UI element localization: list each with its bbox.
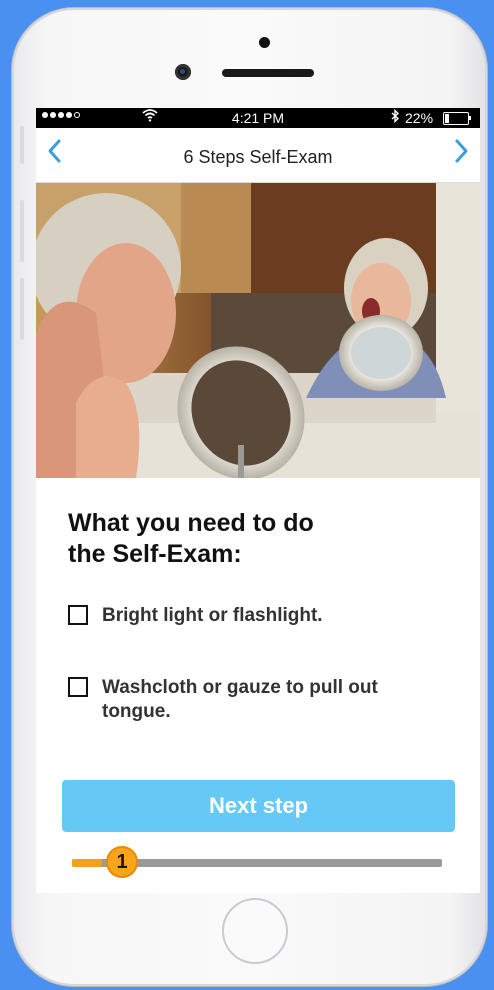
progress-fill <box>72 859 102 867</box>
status-bar: 4:21 PM 22% <box>36 108 480 128</box>
checklist-item: Bright light or flashlight. <box>68 604 402 628</box>
next-step-button[interactable]: Next step <box>62 780 455 832</box>
heading-line-1: What you need to do <box>68 509 314 537</box>
page-title: 6 Steps Self-Exam <box>183 147 333 167</box>
checklist-item: Washcloth or gauze to pull out tongue. <box>68 676 402 724</box>
self-exam-photo <box>36 183 480 478</box>
battery-icon <box>443 112 469 125</box>
heading-line-2: the Self-Exam: <box>68 540 242 568</box>
mute-switch <box>20 126 24 164</box>
checkbox[interactable] <box>68 605 88 625</box>
battery-cap <box>469 116 471 120</box>
front-camera-icon <box>175 64 191 80</box>
volume-up-button <box>20 200 24 262</box>
volume-down-button <box>20 278 24 340</box>
checklist-item-label: Washcloth or gauze to pull out tongue. <box>102 677 378 722</box>
home-button[interactable] <box>222 898 288 964</box>
earpiece-speaker <box>222 69 314 77</box>
bluetooth-icon <box>391 108 400 126</box>
checklist-heading: What you need to do the Self-Exam: <box>68 508 448 570</box>
checklist-item-label: Bright light or flashlight. <box>102 605 323 626</box>
proximity-sensor <box>259 37 270 48</box>
battery-percent: 22% <box>405 110 434 126</box>
checkbox[interactable] <box>68 677 88 697</box>
app-screen: 4:21 PM 22% 6 Steps Self-Exam What you n… <box>36 108 480 893</box>
chevron-right-icon[interactable] <box>454 138 470 169</box>
navigation-bar: 6 Steps Self-Exam <box>36 128 480 183</box>
progress-slider-handle[interactable]: 1 <box>106 846 138 878</box>
